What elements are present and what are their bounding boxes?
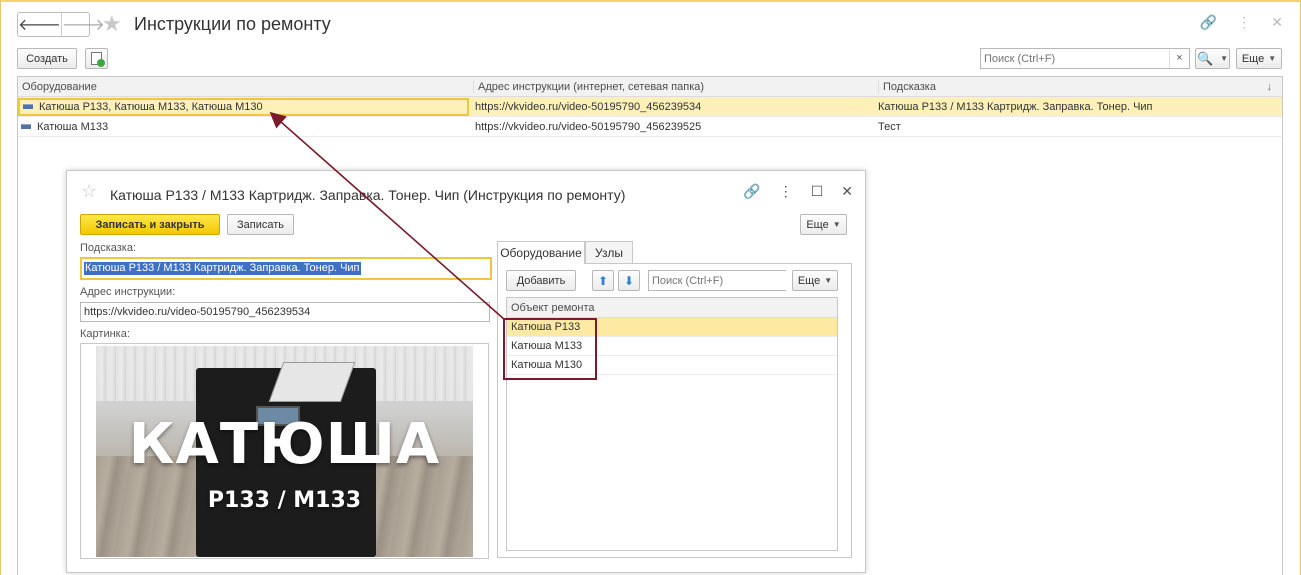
instruction-dialog: ☆ Катюша P133 / M133 Картридж. Заправка.…: [66, 170, 866, 573]
tab-nodes[interactable]: Узлы: [585, 241, 633, 263]
cell-hint: Тест: [878, 120, 901, 133]
move-up-button[interactable]: ⬆: [592, 270, 614, 291]
chevron-down-icon: ▼: [1268, 54, 1277, 63]
search-input[interactable]: [981, 49, 1169, 68]
more-vertical-icon[interactable]: ⋮: [779, 183, 793, 200]
create-copy-button[interactable]: [85, 48, 108, 69]
add-equipment-button[interactable]: Добавить: [506, 270, 576, 291]
column-header-equipment[interactable]: Оборудование: [18, 81, 473, 93]
panel-more-button[interactable]: Еще ▼: [792, 270, 838, 291]
hint-label: Подсказка:: [80, 242, 137, 254]
cell-equipment: Катюша P133, Катюша M133, Катюша M130: [18, 97, 473, 116]
picture-field[interactable]: КАТЮША P133 / M133: [80, 343, 489, 559]
back-button[interactable]: 🡐: [18, 13, 61, 36]
sort-arrow-icon: ↓: [1266, 80, 1273, 93]
dialog-title: Катюша P133 / M133 Картридж. Заправка. Т…: [110, 187, 626, 203]
picture-title-text: КАТЮША: [128, 412, 441, 477]
table-row[interactable]: Катюша P133, Катюша M133, Катюша M130 ht…: [18, 97, 1282, 117]
link-icon[interactable]: 🔗: [1200, 14, 1217, 31]
search-clear-button[interactable]: ×: [1169, 49, 1189, 68]
cell-equipment: Катюша M133: [18, 118, 473, 136]
favorite-star-icon[interactable]: ☆: [81, 181, 97, 202]
save-and-close-button[interactable]: Записать и закрыть: [80, 214, 220, 235]
table-header: Оборудование Адрес инструкции (интернет,…: [18, 77, 1282, 97]
more-button[interactable]: Еще ▼: [1236, 48, 1282, 69]
row-item-icon: [23, 104, 33, 109]
window-actions: 🔗 ⋮ ✕: [1200, 14, 1283, 31]
panel-search-input[interactable]: [649, 271, 794, 290]
tab-panel-equipment: Добавить ⬆ ⬇ × Еще▼ Объект ремонта Катюш…: [497, 263, 852, 558]
link-icon[interactable]: 🔗: [743, 183, 760, 200]
cell-equipment-wrap: Катюша M133: [18, 118, 473, 136]
address-label: Адрес инструкции:: [80, 286, 176, 298]
hint-selected-text: Катюша P133 / M133 Картридж. Заправка. Т…: [84, 262, 361, 275]
arrow-down-icon: ⬇: [623, 273, 635, 288]
column-header-hint[interactable]: Подсказка ↓: [878, 80, 1282, 93]
move-down-button[interactable]: ⬇: [618, 270, 640, 291]
tab-equipment[interactable]: Оборудование: [497, 241, 585, 264]
favorite-star-icon[interactable]: ★: [102, 12, 122, 36]
row-item-icon: [21, 124, 31, 129]
save-button[interactable]: Записать: [227, 214, 294, 235]
more-label: Еще: [797, 274, 821, 287]
panel-search-field: ×: [648, 270, 801, 291]
forward-button[interactable]: 🡒: [60, 13, 105, 36]
cell-equipment-text: Катюша M133: [37, 120, 109, 133]
chevron-down-icon: ▼: [832, 220, 841, 229]
chevron-down-icon: ▼: [1220, 54, 1229, 63]
close-icon[interactable]: ✕: [1271, 14, 1283, 31]
more-vertical-icon[interactable]: ⋮: [1237, 14, 1251, 31]
picture-label: Картинка:: [80, 328, 130, 340]
dialog-tabs: Оборудование Узлы Добавить ⬆ ⬇ × Еще▼ Об…: [497, 241, 852, 558]
picture-model-text: P133 / M133: [207, 488, 362, 513]
cell-equipment-focus: Катюша P133, Катюша M133, Катюша M130: [18, 97, 469, 116]
more-label: Еще: [806, 218, 829, 231]
arrow-up-icon: ⬆: [597, 273, 609, 288]
add-document-icon: [91, 52, 105, 67]
more-label: Еще: [1241, 52, 1265, 65]
dialog-more-button[interactable]: Еще ▼: [800, 214, 847, 235]
column-header-repair-object[interactable]: Объект ремонта: [507, 298, 837, 318]
printer-picture: КАТЮША P133 / M133: [96, 346, 473, 557]
dialog-window-actions: 🔗 ⋮ ☐ ✕: [743, 183, 853, 200]
close-icon[interactable]: ✕: [841, 183, 853, 200]
chevron-down-icon: ▼: [824, 276, 833, 285]
hint-input[interactable]: Катюша P133 / M133 Картридж. Заправка. Т…: [80, 257, 492, 280]
search-icon: 🔍: [1196, 50, 1214, 66]
address-input[interactable]: https://vkvideo.ru/video-50195790_456239…: [80, 302, 490, 322]
column-header-address[interactable]: Адрес инструкции (интернет, сетевая папк…: [473, 80, 878, 93]
cell-hint: Катюша P133 / M133 Картридж. Заправка. Т…: [878, 100, 1153, 113]
cell-address: https://vkvideo.ru/video-50195790_456239…: [475, 100, 702, 113]
find-button[interactable]: 🔍 ▼: [1195, 48, 1230, 69]
table-row[interactable]: Катюша M133 https://vkvideo.ru/video-501…: [18, 117, 1282, 137]
navigation-buttons: 🡐 🡒: [17, 12, 105, 37]
column-header-hint-label: Подсказка: [883, 80, 936, 93]
annotation-highlight-box: [503, 318, 597, 380]
page-title: Инструкции по ремонту: [134, 14, 331, 34]
cell-equipment-text: Катюша P133, Катюша M133, Катюша M130: [39, 100, 263, 113]
create-button[interactable]: Создать: [17, 48, 77, 69]
search-field: ×: [980, 48, 1190, 69]
maximize-icon[interactable]: ☐: [811, 183, 824, 200]
cell-address: https://vkvideo.ru/video-50195790_456239…: [475, 120, 702, 133]
